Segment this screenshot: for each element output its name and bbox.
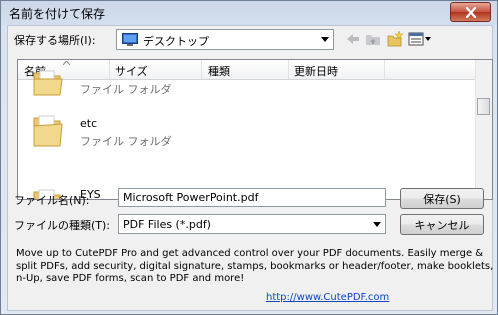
chevron-down-icon[interactable] <box>317 30 333 49</box>
column-divider[interactable] <box>288 60 289 79</box>
file-list[interactable]: 名前 サイズ 種類 更新日時 ファイル フォルダ etc ファイル フォルダ E… <box>17 59 493 200</box>
chevron-down-icon[interactable] <box>369 215 385 233</box>
title-bar[interactable]: 名前を付けて保存 <box>1 1 497 25</box>
filename-input[interactable]: Microsoft PowerPoint.pdf <box>118 188 386 207</box>
folder-icon <box>33 115 63 147</box>
save-in-value: デスクトップ <box>143 35 209 48</box>
column-divider[interactable] <box>109 60 110 79</box>
filename-label: ファイル名(N): <box>14 194 90 207</box>
close-icon <box>465 6 476 18</box>
list-item[interactable]: etc ファイル フォルダ <box>18 106 476 150</box>
column-divider[interactable] <box>384 60 385 79</box>
filetype-combo[interactable]: PDF Files (*.pdf) <box>118 214 386 234</box>
vertical-scrollbar[interactable] <box>475 60 492 199</box>
column-modified[interactable]: 更新日時 <box>294 63 338 79</box>
new-folder-icon[interactable] <box>386 31 404 47</box>
folder-name: etc <box>80 117 98 130</box>
folder-type: ファイル フォルダ <box>80 135 172 148</box>
column-size[interactable]: サイズ <box>115 63 148 79</box>
dialog-title: 名前を付けて保存 <box>9 7 106 21</box>
file-list-header: 名前 サイズ 種類 更新日時 <box>18 60 476 80</box>
up-folder-icon[interactable] <box>364 31 382 47</box>
close-button[interactable] <box>450 2 491 22</box>
dialog-body: 保存する場所(I): デスクトップ 名前 サイズ 種類 更新日時 ファイル フォ… <box>7 25 493 311</box>
save-as-dialog: 名前を付けて保存 保存する場所(I): デスクトップ 名前 サイズ 種類 更新日… <box>0 0 498 315</box>
folder-icon <box>33 70 63 96</box>
list-item[interactable]: ファイル フォルダ <box>18 70 476 99</box>
desktop-icon <box>122 33 138 46</box>
filetype-value: PDF Files (*.pdf) <box>123 218 211 231</box>
sort-ascending-icon <box>63 61 70 65</box>
save-in-combo[interactable]: デスクトップ <box>116 29 334 50</box>
cancel-button[interactable]: キャンセル <box>400 214 484 235</box>
save-in-label: 保存する場所(I): <box>14 34 96 47</box>
save-button[interactable]: 保存(S) <box>400 188 484 209</box>
view-menu-icon[interactable] <box>408 31 432 47</box>
column-type[interactable]: 種類 <box>208 63 230 79</box>
back-arrow-icon[interactable] <box>344 31 362 47</box>
filetype-label: ファイルの種類(T): <box>14 219 111 232</box>
folder-type: ファイル フォルダ <box>80 83 172 96</box>
column-divider[interactable] <box>201 60 202 79</box>
scroll-thumb[interactable] <box>477 98 490 115</box>
promo-text: Move up to CutePDF Pro and get advanced … <box>16 248 494 284</box>
cutepdf-link[interactable]: http://www.CutePDF.com <box>266 292 389 303</box>
